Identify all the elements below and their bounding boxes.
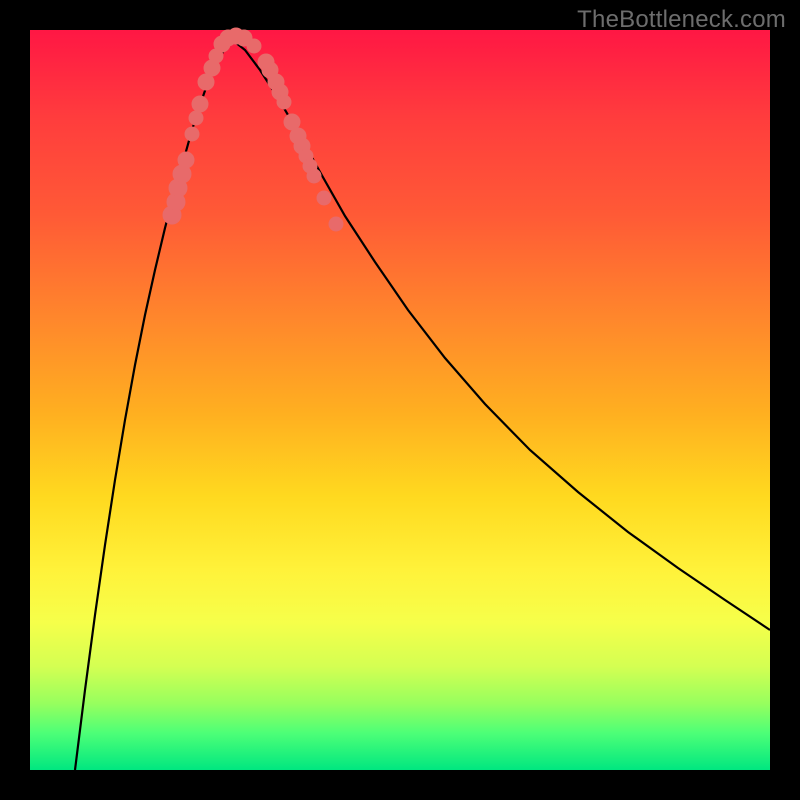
right-curve <box>230 38 770 630</box>
scatter-dot <box>185 127 199 141</box>
scatter-dots <box>163 28 343 231</box>
chart-frame: TheBottleneck.com <box>0 0 800 800</box>
scatter-dot <box>329 217 343 231</box>
plot-area <box>30 30 770 770</box>
scatter-dot <box>247 39 261 53</box>
scatter-dot <box>189 111 203 125</box>
scatter-dot <box>277 95 291 109</box>
curves-svg <box>30 30 770 770</box>
scatter-dot <box>192 96 208 112</box>
scatter-dot <box>178 152 194 168</box>
scatter-dot <box>307 169 321 183</box>
left-curve <box>75 38 230 770</box>
scatter-dot <box>317 191 331 205</box>
